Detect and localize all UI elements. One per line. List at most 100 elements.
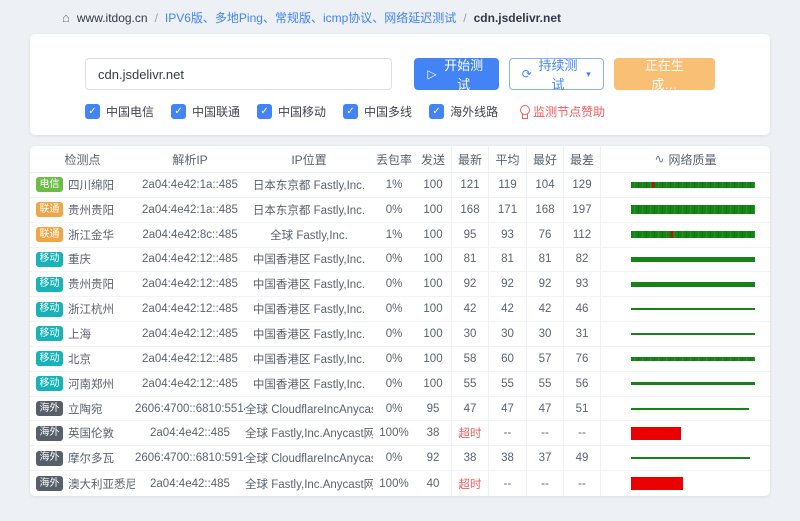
line-filter-checkbox-0[interactable]: ✓中国电信 (85, 103, 154, 120)
network-quality-cell (601, 257, 770, 262)
best-cell: -- (526, 471, 563, 496)
resolved-ip-cell: 2a04:4e42:12::485 (135, 278, 245, 290)
latest-cell: 168 (451, 198, 488, 222)
packet-loss-cell: 1% (373, 229, 415, 241)
worst-cell: 56 (563, 372, 601, 396)
latest-cell: 92 (451, 272, 488, 296)
carrier-badge: 移动 (36, 252, 63, 267)
best-cell: 168 (526, 198, 563, 222)
carrier-badge: 海外 (36, 401, 63, 416)
worst-cell: -- (563, 471, 601, 496)
ip-location-cell: 中国香港区 Fastly,Inc. (245, 251, 373, 267)
chevron-down-icon: ▾ (586, 69, 591, 80)
network-quality-cell (601, 408, 770, 410)
best-cell: 92 (526, 272, 563, 296)
ip-location-cell: 全球 CloudflareIncAnycast网段 (245, 401, 373, 417)
sent-cell: 100 (415, 328, 451, 340)
network-quality-cell (601, 457, 770, 459)
continuous-test-button[interactable]: ⟳ 持续测试 ▾ (509, 58, 604, 90)
resolved-ip-cell: 2a04:4e42:12::485 (135, 253, 245, 265)
resolved-ip-cell: 2a04:4e42:12::485 (135, 353, 245, 365)
start-test-label: 开始测试 (442, 55, 486, 93)
breadcrumb-section-link[interactable]: IPV6版、多地Ping、常规版、icmp协议、网络延迟测试 (165, 9, 456, 26)
packet-loss-cell: 100% (373, 478, 415, 490)
table-row: 联通浙江金华2a04:4e42:8c::485全球 Fastly,Inc.1%1… (30, 223, 770, 248)
test-panel: ▷ 开始测试 ⟳ 持续测试 ▾ 正在生成… ✓中国电信 ✓中国联通 ✓ 中国移动 ✓中国… (30, 34, 770, 135)
table-row: 电信四川绵阳2a04:4e42:1a::485日本东京都 Fastly,Inc.… (30, 173, 770, 198)
sent-cell: 100 (415, 303, 451, 315)
latest-cell: 55 (451, 372, 488, 396)
timeout-block (631, 477, 683, 490)
average-cell: 38 (488, 446, 526, 470)
line-filter-checkbox-4[interactable]: ✓海外线路 (429, 103, 498, 120)
results-table: 检测点 解析IP IP位置 丢包率 发送 最新 平均 最好 最差 ∿ 网络质量 … (30, 146, 770, 496)
table-row: 移动贵州贵阳2a04:4e42:12::485中国香港区 Fastly,Inc.… (30, 272, 770, 297)
network-quality-cell (601, 182, 770, 188)
worst-cell: 51 (563, 397, 601, 421)
node-location: 澳大利亚悉尼 (68, 476, 135, 492)
header-ip-location: IP位置 (245, 151, 373, 168)
carrier-badge: 联通 (36, 227, 63, 242)
network-quality-chart (631, 257, 755, 262)
sent-cell: 100 (415, 378, 451, 390)
best-cell: 37 (526, 446, 563, 470)
latency-spike (671, 231, 673, 238)
ip-location-cell: 全球 Fastly,Inc.Anycast网段 (245, 425, 373, 441)
carrier-badge: 移动 (36, 277, 63, 292)
resolved-ip-cell: 2a04:4e42:8c::485 (135, 229, 245, 241)
network-quality-chart (631, 408, 755, 410)
resolved-ip-cell: 2a04:4e42::485 (135, 478, 245, 490)
node-cell: 海外澳大利亚悉尼 (30, 476, 135, 492)
line-filter-label: 中国电信 (106, 103, 154, 120)
node-location: 北京 (68, 351, 91, 367)
quality-band (631, 457, 750, 459)
node-location: 浙江金华 (68, 227, 114, 243)
table-row: 移动上海2a04:4e42:12::485中国香港区 Fastly,Inc.0%… (30, 322, 770, 347)
breadcrumb: ⌂ www.itdog.cn / IPV6版、多地Ping、常规版、icmp协议… (62, 9, 561, 26)
node-cell: 移动浙江杭州 (30, 301, 135, 317)
header-sent: 发送 (415, 151, 451, 168)
breadcrumb-site-link[interactable]: www.itdog.cn (77, 11, 148, 25)
table-row: 联通贵州贵阳2a04:4e42:1a::485日本东京都 Fastly,Inc.… (30, 198, 770, 223)
carrier-badge: 移动 (36, 326, 63, 341)
quality-band (631, 257, 755, 262)
packet-loss-cell: 0% (373, 303, 415, 315)
node-cell: 移动重庆 (30, 251, 135, 267)
line-filter-label: 中国联通 (192, 103, 240, 120)
network-quality-cell (601, 427, 770, 440)
node-location: 四川绵阳 (68, 177, 114, 193)
sent-cell: 92 (415, 452, 451, 464)
node-location: 河南郑州 (68, 376, 114, 392)
line-filter-checkbox-1[interactable]: ✓中国联通 (171, 103, 240, 120)
best-cell: 104 (526, 173, 563, 197)
latest-cell: 38 (451, 446, 488, 470)
average-cell: 81 (488, 248, 526, 272)
network-quality-cell (601, 205, 770, 214)
line-filter-label: 中国移动 (278, 103, 326, 120)
checkbox-checked-icon: ✓ (257, 104, 272, 119)
generating-button[interactable]: 正在生成… (614, 58, 715, 90)
node-location: 摩尔多瓦 (68, 450, 114, 466)
line-filter-label: 海外线路 (450, 103, 498, 120)
header-average: 平均 (488, 146, 526, 172)
node-cell: 海外立陶宛 (30, 401, 135, 417)
carrier-badge: 移动 (36, 351, 63, 366)
network-quality-cell (601, 382, 770, 385)
start-test-button[interactable]: ▷ 开始测试 (414, 58, 498, 90)
packet-loss-cell: 0% (373, 278, 415, 290)
line-filter-checkbox-2[interactable]: ✓ 中国移动 (257, 103, 326, 120)
best-cell: 55 (526, 372, 563, 396)
ip-location-cell: 中国香港区 Fastly,Inc. (245, 376, 373, 392)
target-host-input[interactable] (85, 58, 392, 90)
header-packet-loss: 丢包率 (373, 151, 415, 168)
line-filter-checkbox-3[interactable]: ✓中国多线 (343, 103, 412, 120)
quality-band (631, 357, 755, 361)
packet-loss-cell: 0% (373, 204, 415, 216)
quality-band (631, 333, 755, 335)
packet-loss-cell: 0% (373, 378, 415, 390)
carrier-badge: 海外 (36, 426, 63, 441)
sponsor-link[interactable]: 监测节点赞助 (519, 103, 605, 120)
pulse-icon: ∿ (654, 152, 664, 166)
carrier-badge: 海外 (36, 476, 63, 491)
breadcrumb-current: cdn.jsdelivr.net (474, 11, 561, 25)
